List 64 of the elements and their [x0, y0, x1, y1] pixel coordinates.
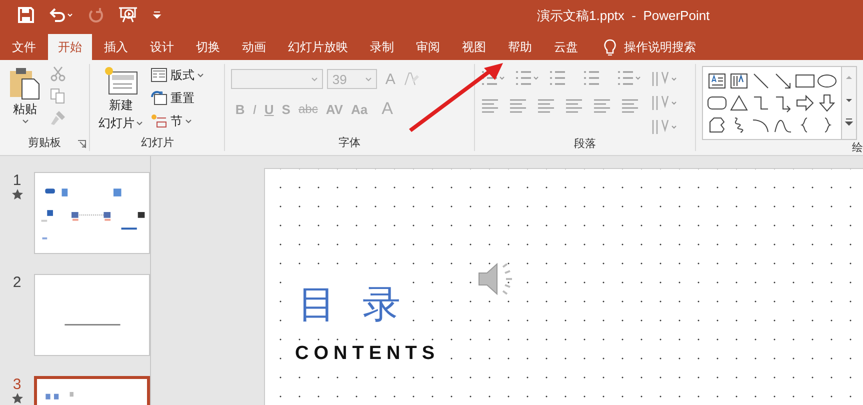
group-label: 绘	[852, 141, 863, 155]
group-label: 剪贴板	[28, 136, 62, 150]
slide-number: 3	[12, 376, 22, 393]
group-label: 幻灯片	[140, 136, 174, 150]
align-right-icon[interactable]	[536, 98, 555, 114]
clipboard-icon	[8, 66, 42, 100]
ribbon-tab[interactable]: 帮助	[498, 34, 542, 60]
slide-number: 1	[12, 172, 22, 189]
numbering-icon[interactable]	[514, 70, 539, 86]
caret-icon	[365, 76, 372, 82]
slide-thumbnail[interactable]	[34, 274, 150, 356]
new-slide-icon	[104, 66, 138, 96]
section-button[interactable]: 节	[149, 110, 206, 132]
ribbon-tab[interactable]: 文件	[2, 34, 46, 60]
ribbon-tab[interactable]: 审阅	[406, 34, 450, 60]
ribbon-tab[interactable]: 视图	[452, 34, 496, 60]
triangle-shape-icon[interactable]	[729, 93, 749, 113]
freeform-shape-icon[interactable]	[707, 115, 727, 135]
textbox-shape-icon[interactable]	[707, 71, 727, 91]
line-spacing-icon[interactable]	[616, 70, 641, 86]
caret-icon	[136, 121, 144, 126]
paste-button[interactable]: 粘贴	[6, 64, 44, 133]
slide-thumbnail-drawing	[46, 392, 74, 400]
reset-icon	[151, 91, 168, 105]
ribbon-tab[interactable]: 录制	[360, 34, 404, 60]
justify-icon[interactable]	[564, 98, 583, 114]
right-arrow-shape-icon[interactable]	[795, 93, 815, 113]
group-label: 段落	[574, 137, 596, 151]
align-center-icon[interactable]	[508, 98, 527, 114]
caret-icon	[22, 119, 28, 124]
tell-me-search[interactable]: 操作说明搜索	[624, 38, 696, 56]
ribbon-tab[interactable]: 设计	[140, 34, 184, 60]
presentation-icon[interactable]	[118, 6, 138, 24]
down-arrow-shape-icon[interactable]	[817, 93, 837, 113]
ribbon-tab[interactable]: 切换	[186, 34, 230, 60]
align-left-icon[interactable]	[480, 98, 499, 114]
layout-icon	[151, 68, 168, 82]
save-icon[interactable]	[18, 7, 34, 23]
caret-icon	[185, 118, 192, 124]
ribbon-tab[interactable]: 插入	[94, 34, 138, 60]
group-label: 字体	[338, 136, 360, 150]
ribbon-tab[interactable]: 开始	[48, 34, 92, 60]
arrow-line-shape-icon[interactable]	[773, 71, 793, 91]
customize-icon[interactable]	[152, 10, 162, 20]
lightbulb-icon	[604, 38, 616, 56]
ribbon-tab[interactable]: 动画	[232, 34, 276, 60]
undo-icon[interactable]	[48, 7, 74, 23]
reset-button[interactable]: 重置	[149, 87, 206, 109]
section-icon	[151, 114, 168, 128]
line-shape-icon[interactable]	[751, 71, 771, 91]
ribbon-tab[interactable]: 幻灯片放映	[278, 34, 358, 60]
slide-thumbnail[interactable]	[34, 172, 150, 254]
vtextbox-shape-icon[interactable]	[729, 71, 749, 91]
layout-button[interactable]: 版式	[149, 64, 206, 86]
new-slide-button[interactable]: 新建 幻灯片	[96, 64, 146, 134]
caret-icon	[197, 72, 204, 78]
slide-number: 2	[12, 274, 22, 291]
ribbon-tab[interactable]: 云盘	[544, 34, 588, 60]
columns-icon[interactable]	[620, 98, 639, 114]
dialog-launcher-icon[interactable]	[78, 140, 86, 148]
caret-icon	[311, 76, 318, 82]
distribute-icon[interactable]	[592, 98, 611, 114]
window-title: 演示文稿1.pptx - PowerPoint	[537, 7, 710, 25]
font-name-field[interactable]	[231, 69, 324, 89]
